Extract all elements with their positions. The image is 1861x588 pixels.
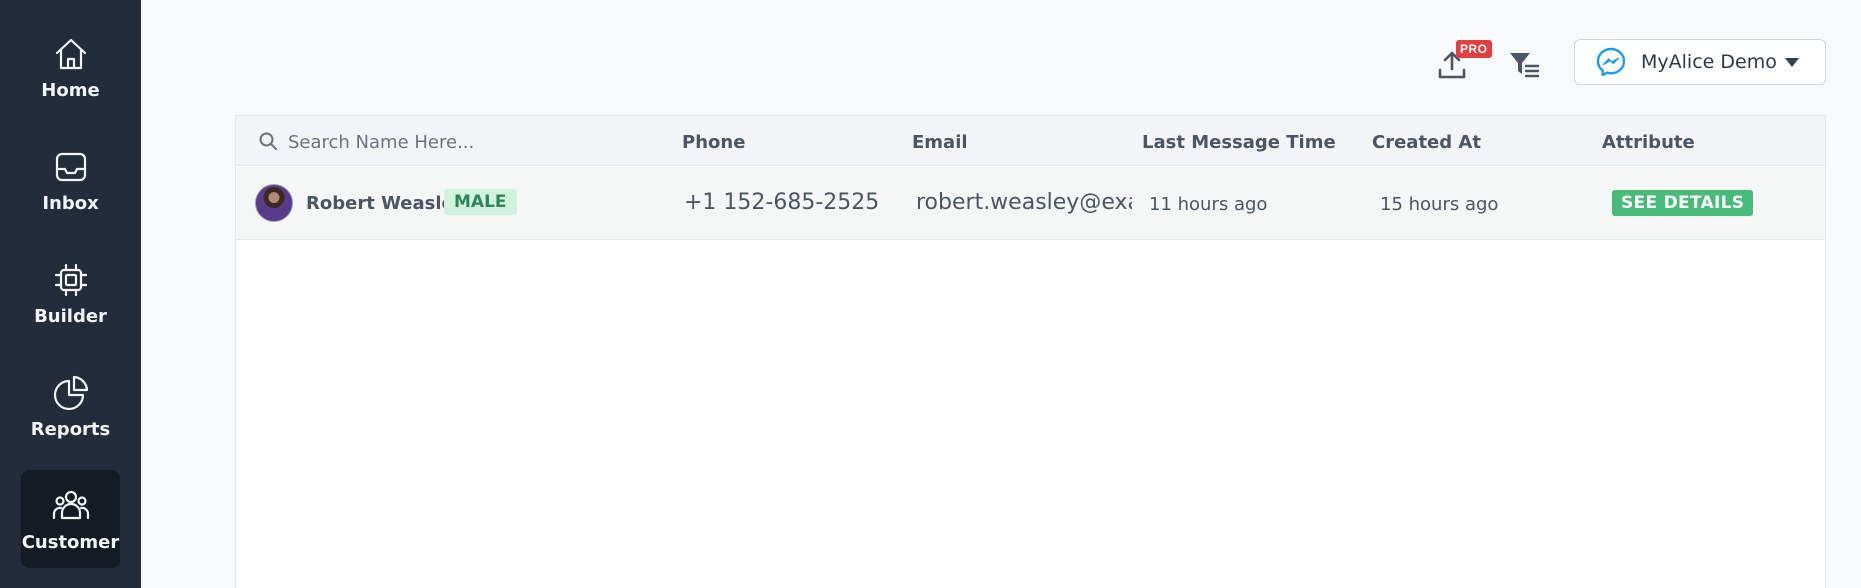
caret-down-icon [1785,58,1799,67]
export-button[interactable]: PRO [1432,40,1492,86]
column-header-phone: Phone [682,132,746,153]
pro-badge: PRO [1456,40,1492,58]
search-icon [259,132,277,150]
sidebar-item-home[interactable]: Home [21,18,120,116]
messenger-icon [1596,47,1626,77]
sidebar-item-label: Customer [21,531,120,553]
inbox-icon [55,152,86,181]
column-header-email: Email [912,132,968,153]
customer-email: robert.weasley@example.com [916,190,1132,215]
column-header-attribute: Attribute [1602,132,1695,153]
customer-phone: +1 152-685-2525 [684,190,880,215]
search-input[interactable] [288,128,668,156]
sidebar-item-builder[interactable]: Builder [21,244,120,342]
sidebar-item-label: Home [41,79,100,101]
sidebar-item-label: Inbox [42,192,99,214]
filter-list-icon [1510,53,1540,78]
avatar [255,184,293,222]
sidebar-item-inbox[interactable]: Inbox [21,131,120,229]
column-header-created-at: Created At [1372,132,1481,153]
created-at: 15 hours ago [1380,194,1499,215]
column-header-last-message-time: Last Message Time [1142,132,1336,153]
table-header: Phone Email Last Message Time Created At… [236,116,1825,166]
sidebar: Home Inbox Builder Reports Customer [0,0,141,588]
table-row[interactable]: Robert Weasley MALE +1 152-685-2525 robe… [236,167,1825,240]
users-icon [52,490,89,519]
home-icon [55,38,86,69]
sidebar-item-reports[interactable]: Reports [21,357,120,455]
pie-chart-icon [53,375,88,410]
customer-table: Phone Email Last Message Time Created At… [235,115,1826,588]
channel-name: MyAlice Demo [1641,51,1777,73]
gender-badge: MALE [444,189,517,215]
sidebar-item-customer[interactable]: Customer [21,470,120,568]
last-message-time: 11 hours ago [1149,194,1268,215]
channel-selector[interactable]: MyAlice Demo [1574,39,1826,85]
customer-name: Robert Weasley [306,193,466,214]
sidebar-item-label: Reports [30,418,111,440]
chip-icon [54,263,87,296]
filter-button[interactable] [1508,50,1542,80]
see-details-button[interactable]: SEE DETAILS [1612,190,1754,216]
sidebar-item-label: Builder [34,305,107,327]
